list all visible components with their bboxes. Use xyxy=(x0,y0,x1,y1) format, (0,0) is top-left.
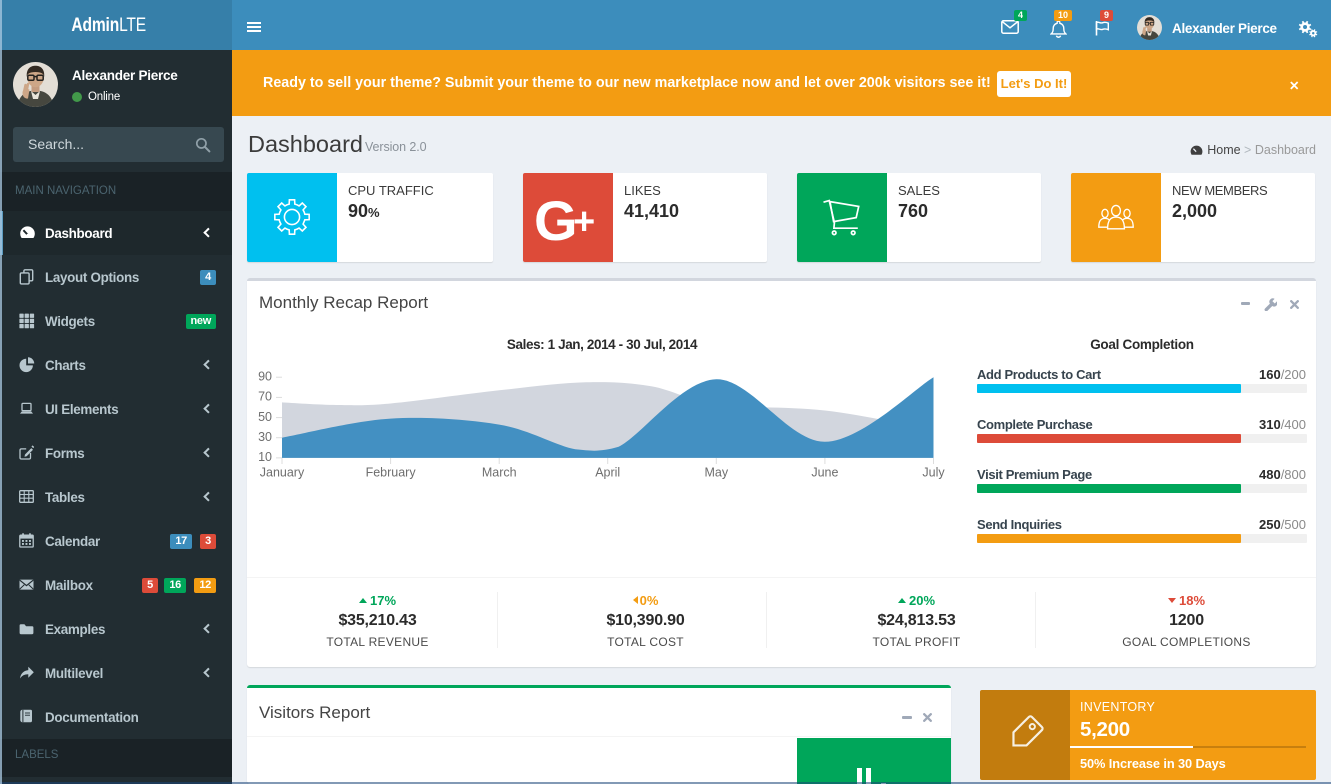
svg-text:March: March xyxy=(482,466,517,480)
svg-text:April: April xyxy=(595,466,620,480)
svg-text:50: 50 xyxy=(258,410,272,424)
svg-text:July: July xyxy=(922,466,945,480)
svg-text:June: June xyxy=(811,466,838,480)
svg-text:90: 90 xyxy=(258,370,272,384)
svg-text:10: 10 xyxy=(258,450,272,464)
svg-text:May: May xyxy=(704,466,728,480)
svg-text:January: January xyxy=(260,466,305,480)
svg-text:February: February xyxy=(366,466,417,480)
svg-text:70: 70 xyxy=(258,390,272,404)
svg-text:30: 30 xyxy=(258,430,272,444)
